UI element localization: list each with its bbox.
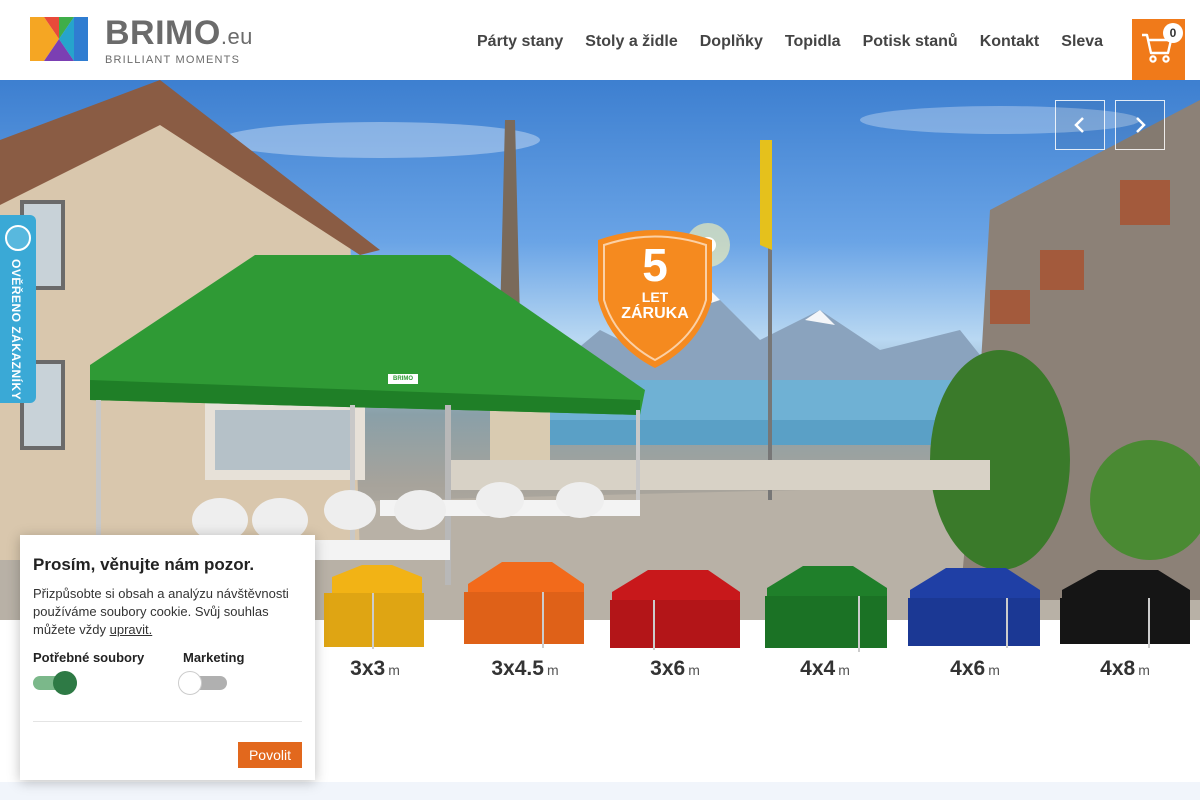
size-item-3x6[interactable]: 3x6 m [610, 657, 740, 681]
cart-count-badge: 0 [1163, 23, 1183, 43]
guarantee-badge: 5 LET ZÁRUKA [598, 240, 712, 324]
verified-seal-icon [5, 225, 31, 251]
cookie-text: Přizpůsobte si obsah a analýzu návštěvno… [33, 586, 289, 637]
cookie-option-marketing: Marketing [183, 650, 245, 665]
nav-party-tents[interactable]: Párty stany [477, 30, 563, 54]
nav-heaters[interactable]: Topidla [785, 30, 841, 54]
main-nav: Párty stany Stoly a židle Doplňky Topidl… [466, 30, 1114, 54]
nav-tables-chairs[interactable]: Stoly a židle [585, 30, 677, 54]
tent-thumb-3x3[interactable] [322, 565, 426, 653]
cookie-edit-link[interactable]: upravit. [110, 622, 153, 637]
bottom-section-band [0, 782, 1200, 800]
logo-wordmark: BRIMO.eu BRILLIANT MOMENTS [105, 14, 253, 66]
size-item-4x8[interactable]: 4x8 m [1060, 657, 1190, 681]
size-item-4x6[interactable]: 4x6 m [910, 657, 1040, 681]
size-item-3x3[interactable]: 3x3 m [310, 657, 440, 681]
tent-thumb-3x4-5[interactable] [462, 562, 586, 650]
cart-button[interactable]: 0 [1132, 19, 1185, 80]
logo-mark-icon [30, 17, 88, 61]
verified-text: OVĚŘENO ZÁKAZNÍKY [9, 259, 23, 401]
nav-accessories[interactable]: Doplňky [700, 30, 763, 54]
tent-thumb-4x8[interactable] [1058, 570, 1192, 650]
slider-next-button[interactable] [1115, 100, 1165, 150]
chevron-left-icon [1074, 117, 1084, 133]
guarantee-line2: ZÁRUKA [621, 305, 689, 322]
marketing-toggle[interactable] [178, 671, 227, 695]
nav-contact[interactable]: Kontakt [980, 30, 1040, 54]
site-header: BRIMO.eu BRILLIANT MOMENTS Párty stany S… [0, 0, 1200, 80]
guarantee-number: 5 [642, 239, 668, 291]
cookie-consent-dialog: Prosím, věnujte nám pozor. Přizpůsobte s… [20, 535, 315, 780]
cookie-option-necessary: Potřebné soubory [33, 650, 145, 665]
nav-tent-printing[interactable]: Potisk stanů [863, 30, 958, 54]
tent-thumb-3x6[interactable] [608, 570, 742, 652]
size-item-4x4[interactable]: 4x4 m [760, 657, 890, 681]
tent-thumb-4x6[interactable] [906, 568, 1042, 652]
cookie-title: Prosím, věnujte nám pozor. [33, 555, 255, 574]
chevron-right-icon [1136, 117, 1146, 133]
tent-brand-label: BRIMO [393, 376, 413, 382]
cookie-allow-button[interactable]: Povolit [237, 742, 302, 768]
necessary-toggle[interactable] [33, 671, 77, 695]
slider-prev-button[interactable] [1055, 100, 1105, 150]
tent-thumb-4x4[interactable] [763, 566, 889, 654]
guarantee-line1: LET [641, 289, 669, 305]
brimo-logo[interactable]: BRIMO.eu BRILLIANT MOMENTS [30, 14, 253, 66]
nav-discount[interactable]: Sleva [1061, 30, 1103, 54]
verified-customers-badge[interactable]: OVĚŘENO ZÁKAZNÍKY [0, 215, 36, 403]
cookie-divider [33, 721, 302, 722]
size-item-3x4-5[interactable]: 3x4.5 m [460, 657, 590, 681]
